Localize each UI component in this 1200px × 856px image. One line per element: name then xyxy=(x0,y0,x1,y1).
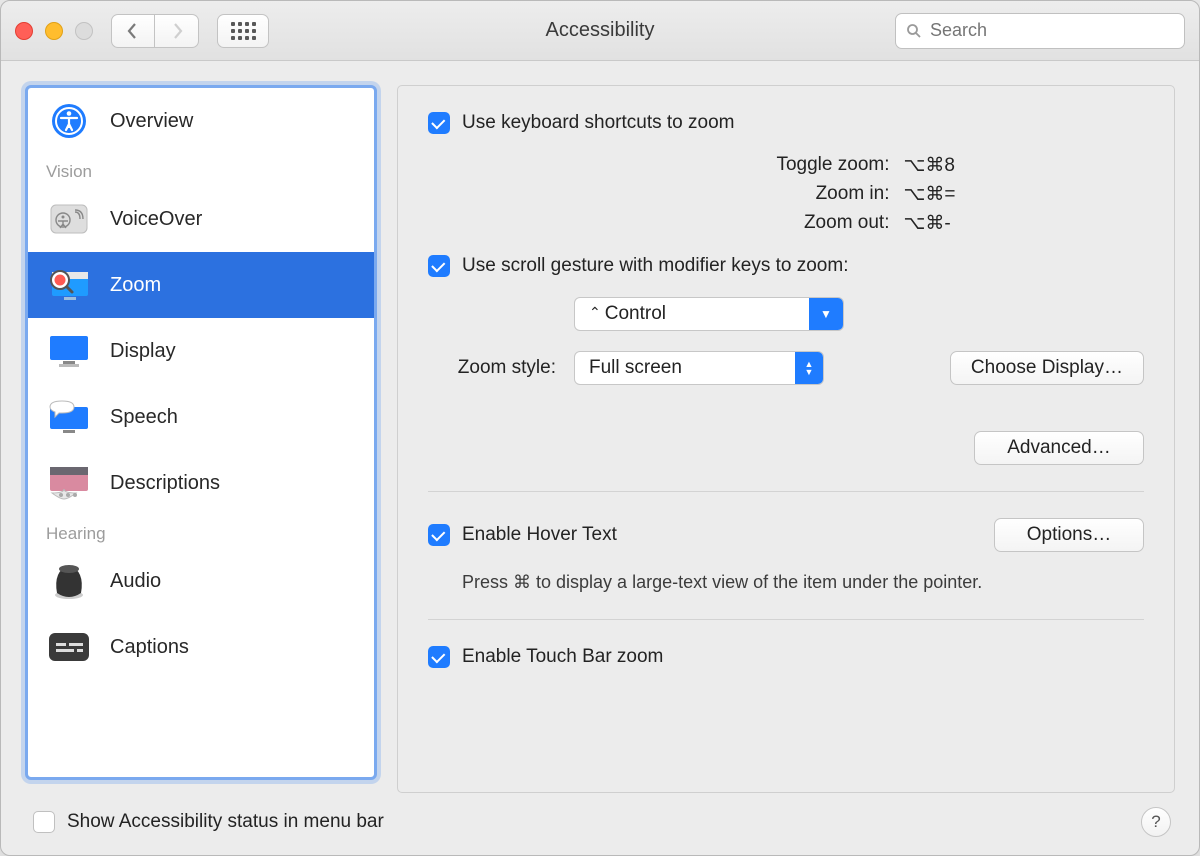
use-keyboard-shortcuts-label: Use keyboard shortcuts to zoom xyxy=(462,112,734,134)
sidebar-section-vision: Vision xyxy=(28,154,374,186)
zoom-window-button[interactable] xyxy=(75,22,93,40)
hover-text-help: Press ⌘ to display a large-text view of … xyxy=(428,572,1144,593)
modifier-key-value: Control xyxy=(605,303,666,324)
zoom-style-row: Zoom style: Full screen ▲▼ Choose Displa… xyxy=(428,351,1144,385)
search-icon xyxy=(906,23,922,39)
sidebar-item-label: Captions xyxy=(110,636,189,659)
sidebar-item-overview[interactable]: Overview xyxy=(28,88,374,154)
enable-hover-text-checkbox[interactable] xyxy=(428,524,450,546)
enable-touchbar-zoom-checkbox[interactable] xyxy=(428,646,450,668)
shortcut-list: Toggle zoom: ⌥⌘8 Zoom in: ⌥⌘= Zoom out: … xyxy=(428,154,1144,235)
window-title: Accessibility xyxy=(546,19,655,42)
traffic-lights xyxy=(15,22,93,40)
use-scroll-gesture-label: Use scroll gesture with modifier keys to… xyxy=(462,255,848,277)
hover-text-options-button[interactable]: Options… xyxy=(994,518,1144,552)
descriptions-icon xyxy=(46,464,92,502)
advanced-button[interactable]: Advanced… xyxy=(974,431,1144,465)
sidebar-item-display[interactable]: Display xyxy=(28,318,374,384)
sidebar-item-speech[interactable]: Speech xyxy=(28,384,374,450)
search-input[interactable] xyxy=(930,20,1174,41)
use-keyboard-shortcuts-row: Use keyboard shortcuts to zoom xyxy=(428,112,1144,134)
zoom-out-value: ⌥⌘- xyxy=(904,212,1145,235)
use-scroll-gesture-row: Use scroll gesture with modifier keys to… xyxy=(428,255,1144,277)
show-status-checkbox[interactable] xyxy=(33,811,55,833)
toggle-zoom-label: Toggle zoom: xyxy=(588,154,890,177)
forward-button[interactable] xyxy=(155,14,199,48)
minimize-window-button[interactable] xyxy=(45,22,63,40)
sidebar-section-hearing: Hearing xyxy=(28,516,374,548)
divider xyxy=(428,491,1144,492)
nav-buttons xyxy=(111,14,199,48)
settings-panel: Use keyboard shortcuts to zoom Toggle zo… xyxy=(397,85,1175,793)
chevron-down-icon: ▼ xyxy=(809,298,843,330)
back-button[interactable] xyxy=(111,14,155,48)
sidebar-item-label: Speech xyxy=(110,406,178,429)
help-button[interactable]: ? xyxy=(1141,807,1171,837)
stepper-arrows-icon: ▲▼ xyxy=(795,352,823,384)
grid-icon xyxy=(231,22,256,40)
sidebar-item-label: Overview xyxy=(110,110,193,133)
accessibility-icon xyxy=(46,102,92,140)
zoom-out-label: Zoom out: xyxy=(588,212,890,235)
speech-icon xyxy=(46,398,92,436)
sidebar-item-zoom[interactable]: Zoom xyxy=(28,252,374,318)
use-scroll-gesture-checkbox[interactable] xyxy=(428,255,450,277)
use-keyboard-shortcuts-checkbox[interactable] xyxy=(428,112,450,134)
enable-hover-text-label: Enable Hover Text xyxy=(462,524,617,546)
footer: Show Accessibility status in menu bar ? xyxy=(25,807,1175,845)
zoom-style-value: Full screen xyxy=(575,357,696,379)
search-field[interactable] xyxy=(895,13,1185,49)
divider xyxy=(428,619,1144,620)
window-body: Overview Vision VoiceOver Zoom xyxy=(1,61,1199,855)
preferences-window: Accessibility Overview Vision V xyxy=(0,0,1200,856)
enable-hover-text-row: Enable Hover Text Options… xyxy=(428,518,1144,552)
voiceover-icon xyxy=(46,200,92,238)
choose-display-button[interactable]: Choose Display… xyxy=(950,351,1144,385)
sidebar-item-label: Descriptions xyxy=(110,472,220,495)
sidebar-item-label: VoiceOver xyxy=(110,208,202,231)
sidebar: Overview Vision VoiceOver Zoom xyxy=(25,85,377,780)
zoom-icon xyxy=(46,266,92,304)
advanced-row: Advanced… xyxy=(428,431,1144,465)
zoom-style-select[interactable]: Full screen ▲▼ xyxy=(574,351,824,385)
show-all-button[interactable] xyxy=(217,14,269,48)
control-caret-icon: ⌃ xyxy=(589,304,601,320)
sidebar-item-voiceover[interactable]: VoiceOver xyxy=(28,186,374,252)
show-status-label: Show Accessibility status in menu bar xyxy=(67,811,384,833)
display-icon xyxy=(46,332,92,370)
modifier-key-row: ⌃Control ▼ xyxy=(574,297,1144,331)
split-view: Overview Vision VoiceOver Zoom xyxy=(25,85,1175,793)
zoom-style-label: Zoom style: xyxy=(428,357,556,379)
modifier-key-select[interactable]: ⌃Control ▼ xyxy=(574,297,844,331)
toggle-zoom-value: ⌥⌘8 xyxy=(904,154,1145,177)
sidebar-item-descriptions[interactable]: Descriptions xyxy=(28,450,374,516)
sidebar-item-audio[interactable]: Audio xyxy=(28,548,374,614)
zoom-in-value: ⌥⌘= xyxy=(904,183,1145,206)
sidebar-item-label: Audio xyxy=(110,570,161,593)
captions-icon xyxy=(46,628,92,666)
zoom-in-label: Zoom in: xyxy=(588,183,890,206)
sidebar-item-captions[interactable]: Captions xyxy=(28,614,374,680)
enable-touchbar-zoom-label: Enable Touch Bar zoom xyxy=(462,646,663,668)
close-window-button[interactable] xyxy=(15,22,33,40)
titlebar: Accessibility xyxy=(1,1,1199,61)
sidebar-item-label: Zoom xyxy=(110,274,161,297)
audio-icon xyxy=(46,562,92,600)
enable-touchbar-zoom-row: Enable Touch Bar zoom xyxy=(428,646,1144,668)
sidebar-item-label: Display xyxy=(110,340,176,363)
